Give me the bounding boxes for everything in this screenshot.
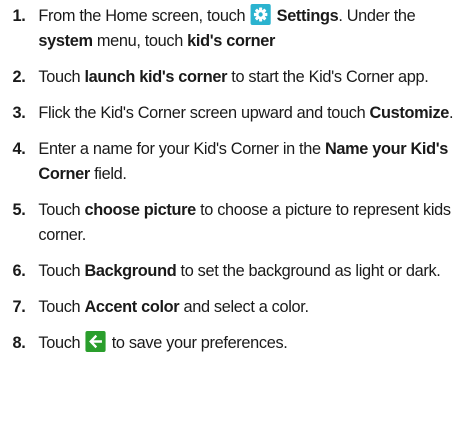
back-arrow-icon [85,331,106,352]
step-7: 7. Touch Accent color and select a color… [0,294,473,319]
step-bold: system [38,31,93,50]
instruction-steps: 1. From the Home screen, touch Settings.… [0,0,473,355]
step-text: menu, touch [92,31,188,50]
step-8: 8. Touch to save your preferences. [0,330,473,355]
step-2: 2. Touch launch kid's corner to start th… [0,64,473,89]
step-bold: Accent color [84,297,180,316]
step-6: 6. Touch Background to set the backgroun… [0,258,473,283]
step-text: to save your preferences. [111,333,288,352]
step-number: 8. [12,333,26,352]
step-text: Enter a name for your Kid's Corner in th… [38,139,325,158]
step-3: 3. Flick the Kid's Corner screen upward … [0,100,473,125]
step-text: Touch [38,297,85,316]
step-bold: kid's corner [187,31,276,50]
step-number: 7. [12,297,26,316]
step-4: 4. Enter a name for your Kid's Corner in… [0,136,473,186]
step-bold: Settings [276,6,339,25]
step-text: Touch [38,261,85,280]
step-text: Touch [38,67,85,86]
step-text: . Under the [338,6,416,25]
step-text: Flick the Kid's Corner screen upward and… [38,103,370,122]
step-text: Touch [38,333,81,352]
step-bold: Background [84,261,177,280]
step-number: 2. [12,67,26,86]
step-text: to start the Kid's Corner app. [227,67,429,86]
step-bold: launch kid's corner [84,67,228,86]
step-5: 5. Touch choose picture to choose a pict… [0,197,473,247]
step-text: to set the background as light or dark. [176,261,441,280]
step-number: 5. [12,200,26,219]
step-bold: choose picture [84,200,196,219]
step-text: field. [89,164,127,183]
settings-gear-icon [250,4,271,25]
step-text: and select a color. [179,297,309,316]
step-text: From the Home screen, touch [38,6,246,25]
step-bold: Customize [369,103,450,122]
step-text: . [449,103,454,122]
step-number: 4. [12,139,26,158]
step-1: 1. From the Home screen, touch Settings.… [0,3,473,53]
step-number: 1. [12,6,26,25]
step-number: 6. [12,261,26,280]
step-text: Touch [38,200,85,219]
step-number: 3. [12,103,26,122]
